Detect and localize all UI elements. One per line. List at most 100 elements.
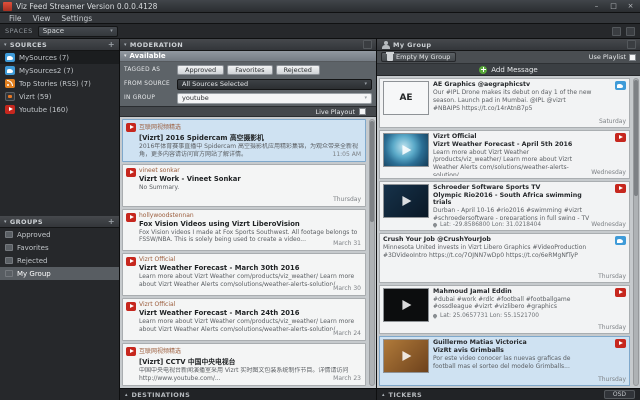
feed-summary: No Summary. xyxy=(139,184,360,192)
message-text: Por este video conocer las nuevas grafic… xyxy=(433,355,594,371)
message-meta: Wednesday xyxy=(591,133,626,177)
in-group-label: IN GROUP xyxy=(124,95,174,101)
source-type-icon xyxy=(126,168,136,177)
video-thumbnail[interactable] xyxy=(383,133,429,167)
group-message-item[interactable]: Mahmoud Jamal Eddin #dubai #work #rdlc #… xyxy=(379,285,630,335)
feed-item[interactable]: hollywoodstennan Fox Vision Videos using… xyxy=(122,209,366,252)
message-timestamp: Thursday xyxy=(598,376,626,383)
from-source-dropdown[interactable]: All Sources Selected ▾ xyxy=(177,79,372,90)
minimize-button[interactable]: – xyxy=(590,1,603,12)
moderation-header-label: MODERATION xyxy=(130,41,183,49)
feed-item[interactable]: 互联网视频精选 [Vizrt] CCTV 中国中央电视台 中国中央电视台新闻演播… xyxy=(122,343,366,386)
group-item[interactable]: Approved xyxy=(0,228,119,241)
maximize-button[interactable]: □ xyxy=(607,1,620,12)
group-message-item[interactable]: Schroeder Software Sports TV Olympic Rio… xyxy=(379,181,630,231)
filter-rejected-button[interactable]: Rejected xyxy=(276,65,320,75)
add-source-icon[interactable]: + xyxy=(108,41,115,49)
geo-coordinates: Lat: -29.8586800 Lon: 31.0218404 xyxy=(440,222,541,228)
layout-icon[interactable] xyxy=(612,27,621,36)
message-text: #dubai #work #rdlc #football #footballga… xyxy=(433,296,594,312)
in-group-dropdown[interactable]: youtube ▾ xyxy=(177,93,372,104)
video-thumbnail[interactable]: AE xyxy=(383,81,429,115)
use-playlist-checkbox[interactable] xyxy=(629,54,636,61)
filter-favorites-button[interactable]: Favorites xyxy=(227,65,272,75)
group-panel-header[interactable]: My Group xyxy=(377,39,640,51)
feed-item[interactable]: vineet sonkar Vizrt Work - Vineet Sonkar… xyxy=(122,164,366,207)
source-item[interactable]: MySources (7) xyxy=(0,51,119,64)
feed-item-body: vineet sonkar Vizrt Work - Vineet Sonkar… xyxy=(139,167,362,204)
location-pin-icon xyxy=(433,313,438,319)
feed-summary: 2016年体育赛事直播中 Spidercam 高空摄影机应用精彩集锦，为观众带来… xyxy=(139,143,360,159)
feed-item-body: 互联网视频精选 [Vizrt] 2016 Spidercam 高空摄影机 201… xyxy=(139,122,362,159)
panel-options-icon[interactable] xyxy=(627,40,636,49)
message-timestamp: Thursday xyxy=(598,324,626,331)
groups-header[interactable]: ▾ GROUPS + xyxy=(0,216,119,228)
source-type-icon xyxy=(615,133,626,142)
feed-summary: Learn more about Vizrt Weather com/produ… xyxy=(139,318,360,334)
add-group-icon[interactable]: + xyxy=(108,218,115,226)
filter-area: TAGGED AS Approved Favorites Rejected FR… xyxy=(120,62,376,106)
source-type-icon xyxy=(5,79,15,88)
source-type-icon xyxy=(5,53,15,62)
source-type-icon xyxy=(615,236,626,245)
menu-view[interactable]: View xyxy=(28,14,56,23)
available-section-header[interactable]: ▾ Available xyxy=(120,51,376,62)
moderation-header[interactable]: ▾ MODERATION xyxy=(120,39,376,51)
group-item[interactable]: My Group xyxy=(0,267,119,280)
menu-file[interactable]: File xyxy=(4,14,27,23)
group-item[interactable]: Favorites xyxy=(0,241,119,254)
app-window: Viz Feed Streamer Version 0.0.0.4128 – □… xyxy=(0,0,640,400)
spaces-select[interactable]: Space ▾ xyxy=(38,26,118,37)
group-message-item[interactable]: Vizrt Official Vizrt Weather Forecast - … xyxy=(379,130,630,180)
feed-item[interactable]: Vizrt Official Vizrt Weather Forecast - … xyxy=(122,253,366,296)
feed-item-body: Vizrt Official Vizrt Weather Forecast - … xyxy=(139,301,362,338)
groups-list: Approved Favorites Rejected My Group xyxy=(0,228,119,280)
group-message-item[interactable]: Guillermo Matias Victorica VizRt avis Gr… xyxy=(379,336,630,386)
panel-options-icon[interactable] xyxy=(363,40,372,49)
feed-author: Vizrt Official xyxy=(139,301,360,308)
add-message-button[interactable]: Add Message xyxy=(377,64,640,76)
moderation-panel: ▾ MODERATION ▾ Available TAGGED AS Appro… xyxy=(120,39,377,400)
message-author: Vizrt Official xyxy=(433,133,594,140)
video-thumbnail[interactable] xyxy=(383,184,429,218)
source-item[interactable]: Top Stories (RSS) (7) xyxy=(0,77,119,90)
collapse-icon: ▾ xyxy=(4,42,7,48)
thumbnail-logo-text: AE xyxy=(399,93,412,103)
source-type-icon xyxy=(126,302,136,311)
group-message-item[interactable]: AE AE Graphics @aegraphicstv Our #IPL Dr… xyxy=(379,78,630,128)
source-item[interactable]: MySources2 (7) xyxy=(0,64,119,77)
group-message-item[interactable]: Crush Your Job @CrushYourJob Minnesota U… xyxy=(379,233,630,283)
feed-item[interactable]: 互联网视频精选 [Vizrt] 2016 Spidercam 高空摄影机 201… xyxy=(122,119,366,162)
message-text: Our #IPL Drone makes its debut on day 1 … xyxy=(433,89,594,112)
source-item[interactable]: Youtube (160) xyxy=(0,103,119,116)
feed-item[interactable]: Vizrt Official Vizrt Weather Forecast - … xyxy=(122,298,366,341)
app-icon xyxy=(3,2,12,11)
collapse-icon: ▾ xyxy=(124,42,127,48)
gear-icon[interactable] xyxy=(626,27,635,36)
message-timestamp: Saturday xyxy=(599,118,626,125)
feed-timestamp: 11:05 AM xyxy=(331,151,361,158)
sidebar: ▾ SOURCES + MySources (7) MySources2 (7)… xyxy=(0,39,120,400)
close-button[interactable]: × xyxy=(624,1,637,12)
expand-up-icon: ▴ xyxy=(382,392,385,398)
video-thumbnail[interactable] xyxy=(383,288,429,322)
menu-settings[interactable]: Settings xyxy=(56,14,97,23)
empty-group-button[interactable]: Empty My Group xyxy=(381,52,456,62)
tickers-bar[interactable]: ▴ TICKERS OSD xyxy=(377,388,640,400)
destinations-bar[interactable]: ▴ DESTINATIONS xyxy=(120,388,376,400)
filter-approved-button[interactable]: Approved xyxy=(177,65,224,75)
feed-scrollbar[interactable] xyxy=(369,119,375,386)
group-scrollbar[interactable] xyxy=(633,78,639,386)
feed-summary: 中国中央电视台新闻演播室采用 Vizrt 实时图文包装系统制作节目。详情请访问 … xyxy=(139,367,360,383)
video-thumbnail[interactable] xyxy=(383,339,429,373)
live-playout-checkbox[interactable] xyxy=(359,108,366,115)
group-item[interactable]: Rejected xyxy=(0,254,119,267)
group-label: Rejected xyxy=(17,257,47,265)
sources-header[interactable]: ▾ SOURCES + xyxy=(0,39,119,51)
message-body: AE Graphics @aegraphicstv Our #IPL Drone… xyxy=(433,81,626,125)
feed-title: [Vizrt] CCTV 中国中央电视台 xyxy=(139,356,360,366)
message-timestamp: Thursday xyxy=(598,273,626,280)
source-item[interactable]: Vizrt (59) xyxy=(0,90,119,103)
message-title: Olympic Rio2016 - South Africa swimming … xyxy=(433,192,594,206)
osd-button[interactable]: OSD xyxy=(604,390,635,399)
